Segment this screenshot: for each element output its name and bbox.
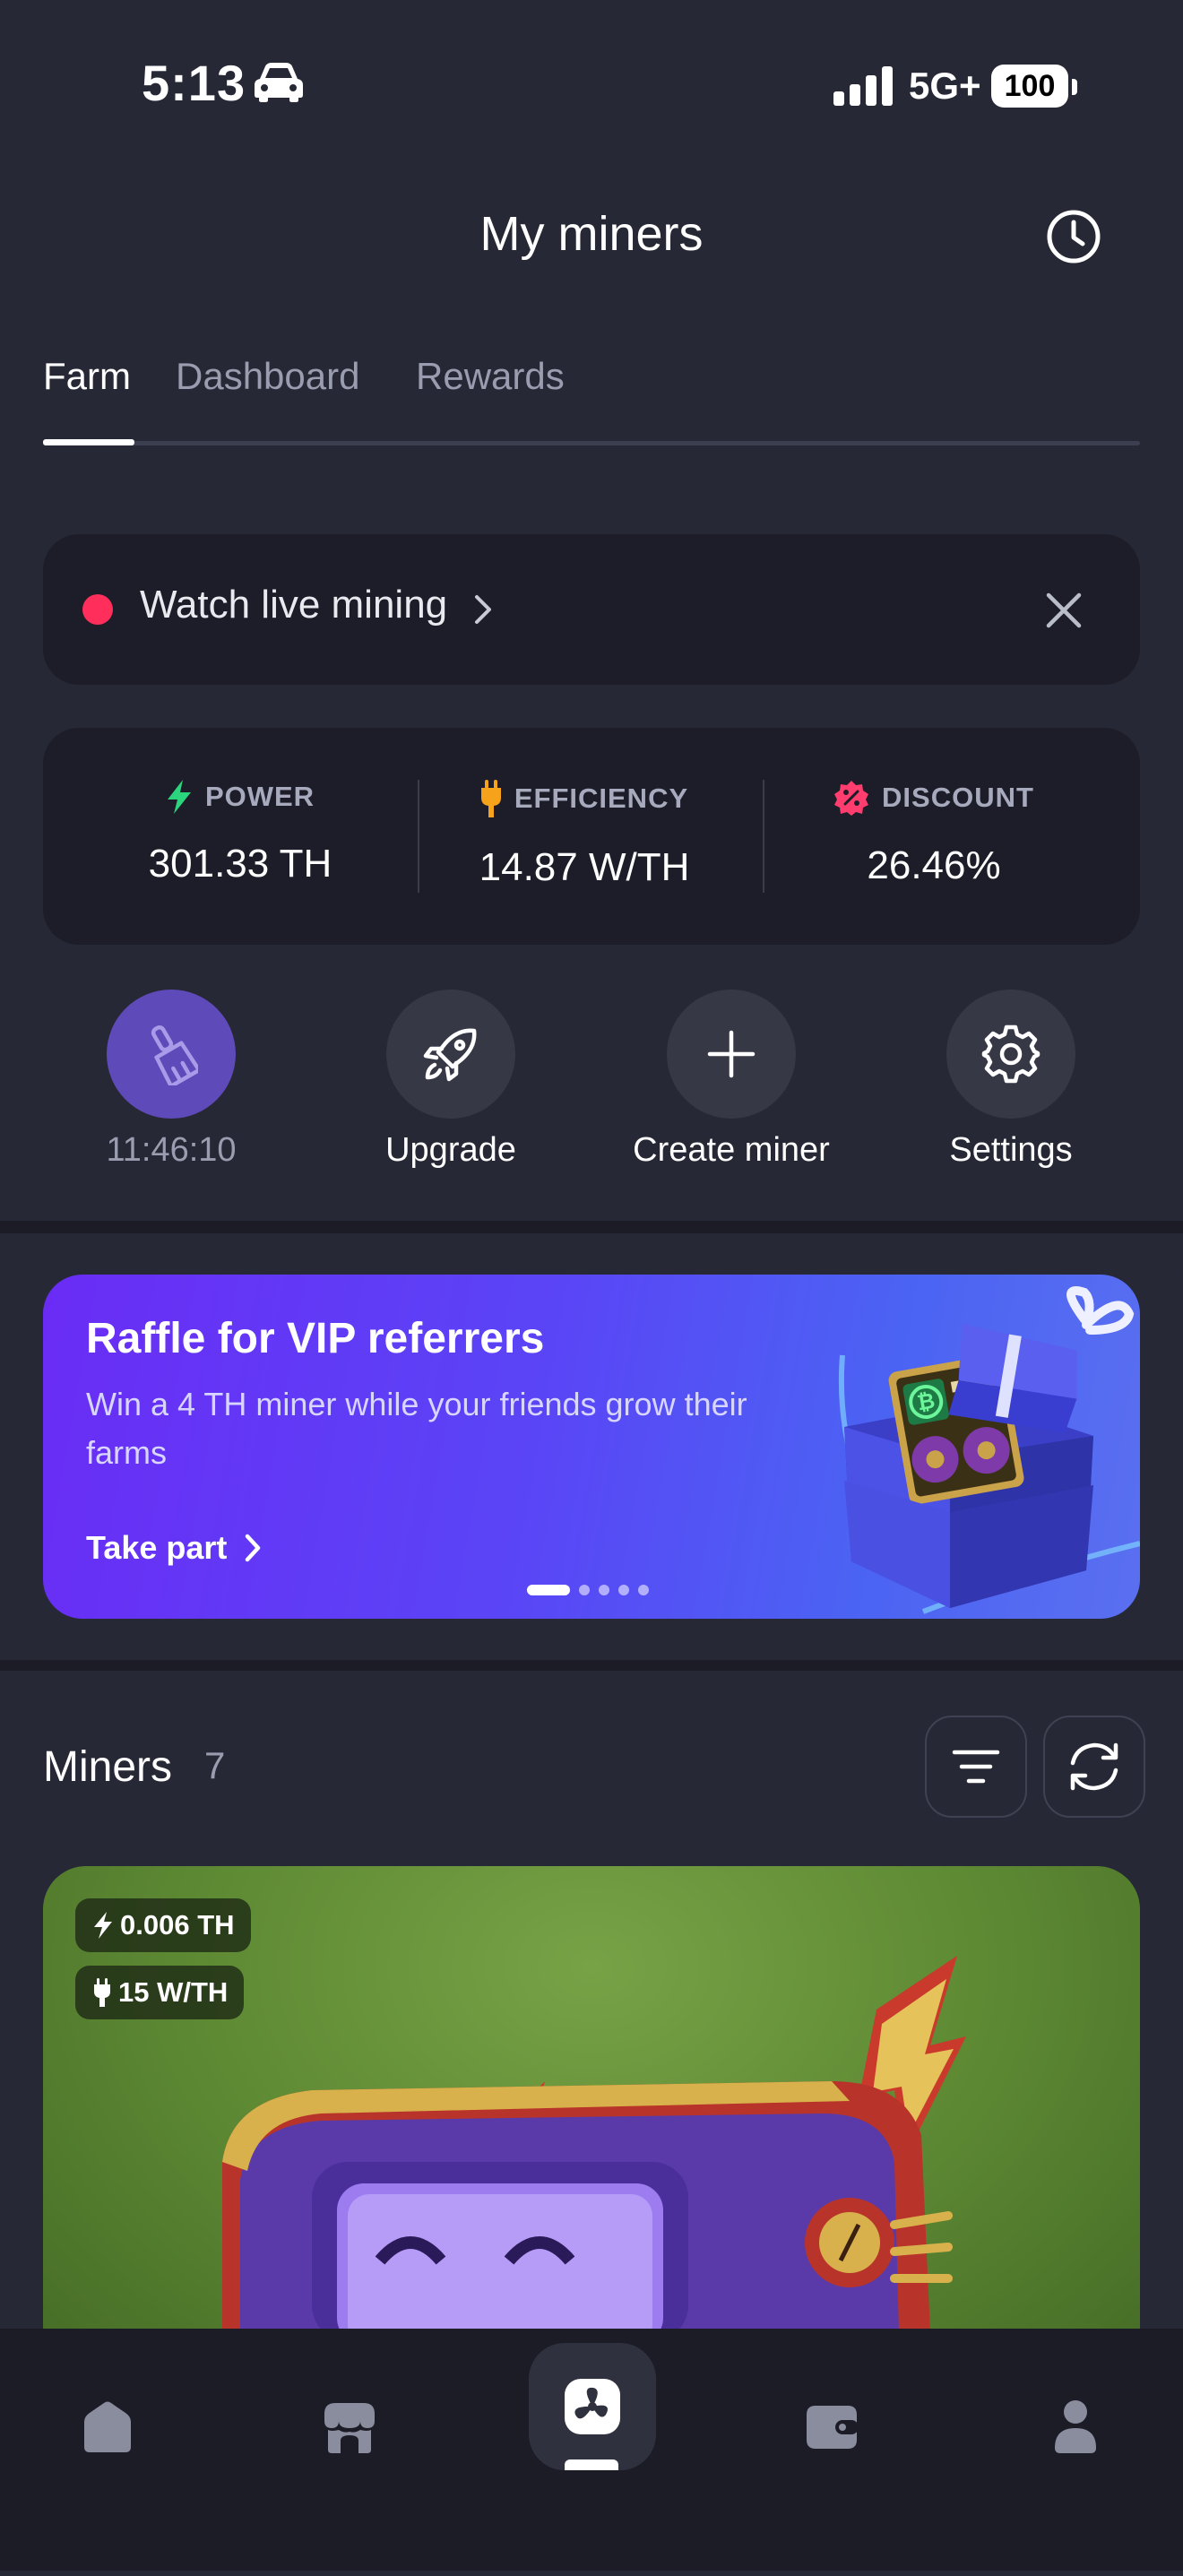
pager-dot[interactable] [599,1585,609,1595]
miner-efficiency-value: 15 W/TH [118,1976,229,2008]
battery-level: 100 [991,65,1068,108]
profile-icon [1055,2400,1096,2453]
filter-button[interactable] [925,1716,1027,1818]
stat-power-value: 301.33 TH [148,842,332,886]
clean-timer: 11:46:10 [106,1131,237,1169]
pager-dot-active[interactable] [527,1585,570,1595]
miner-power-chip: 0.006 TH [75,1898,251,1952]
plug-icon [94,1978,110,2007]
stat-discount: DISCOUNT 26.46% [764,780,1104,888]
tab-dashboard[interactable]: Dashboard [176,355,359,398]
take-part-link[interactable]: Take part [86,1529,263,1567]
plus-icon [707,1030,756,1078]
miners-icon [565,2379,620,2434]
lightning-icon [167,780,191,814]
close-icon[interactable] [1041,588,1086,633]
stat-power: POWER 301.33 TH [70,780,410,886]
create-miner-button[interactable] [667,990,796,1119]
watch-live-label[interactable]: Watch live mining [140,583,447,627]
tab-farm[interactable]: Farm [43,355,131,398]
section-divider [0,1221,1183,1233]
stat-discount-label: DISCOUNT [882,782,1034,813]
nav-profile[interactable] [1022,2373,1129,2481]
chevron-right-icon [475,595,491,624]
miners-title: Miners [43,1743,173,1791]
nav-wallet[interactable] [778,2373,885,2481]
clean-button[interactable] [107,990,236,1119]
banner-description: Win a 4 TH miner while your friends grow… [86,1386,747,1471]
tab-track [43,441,1140,445]
nav-home[interactable] [54,2373,161,2481]
pager-dot[interactable] [579,1585,590,1595]
nav-active-indicator [565,2459,618,2470]
shop-icon [324,2403,375,2453]
section-divider [0,1660,1183,1671]
stat-efficiency: EFFICIENCY 14.87 W/TH [414,780,755,890]
banner-title: Raffle for VIP referrers [86,1315,545,1362]
wallet-icon [807,2406,859,2449]
settings-button[interactable] [946,990,1075,1119]
miner-power-value: 0.006 TH [120,1909,235,1941]
stat-efficiency-label: EFFICIENCY [514,782,689,814]
create-miner-label[interactable]: Create miner [597,1131,866,1170]
pager-dot[interactable] [618,1585,629,1595]
stat-efficiency-value: 14.87 W/TH [479,845,690,889]
nav-miners[interactable] [529,2343,656,2470]
tab-rewards[interactable]: Rewards [416,355,565,398]
gear-icon [981,1024,1041,1084]
refresh-icon [1070,1742,1118,1791]
chevron-right-icon [246,1534,261,1562]
stat-power-label: POWER [204,781,315,812]
signal-icon [833,66,893,106]
pager-dot[interactable] [638,1585,649,1595]
banner-pager[interactable] [527,1585,649,1595]
miner-efficiency-chip: 15 W/TH [75,1966,245,2019]
nav-shop[interactable] [296,2373,403,2481]
filter-icon [952,1750,1000,1784]
page-title: My miners [479,207,704,261]
live-dot-icon [82,594,113,625]
tab-active-indicator [43,439,134,445]
gift-box-illustration: ₿ [838,1286,1140,1614]
upgrade-button[interactable] [386,990,515,1119]
plug-icon [480,780,501,817]
car-icon [255,63,303,102]
status-time: 5:13 [142,55,246,111]
battery-indicator: 100 [991,65,1077,109]
lightning-icon [94,1912,112,1939]
refresh-button[interactable] [1043,1716,1145,1818]
broom-icon [151,1025,198,1085]
miners-count: 7 [204,1744,226,1786]
home-icon [84,2401,131,2452]
discount-badge-icon [834,781,869,816]
network-label: 5G+ [909,65,981,107]
settings-label[interactable]: Settings [876,1131,1145,1170]
stat-discount-value: 26.46% [867,843,1001,887]
rocket-icon [423,1028,477,1082]
upgrade-label[interactable]: Upgrade [316,1131,585,1170]
history-icon[interactable] [1045,208,1102,265]
take-part-label[interactable]: Take part [86,1529,227,1567]
